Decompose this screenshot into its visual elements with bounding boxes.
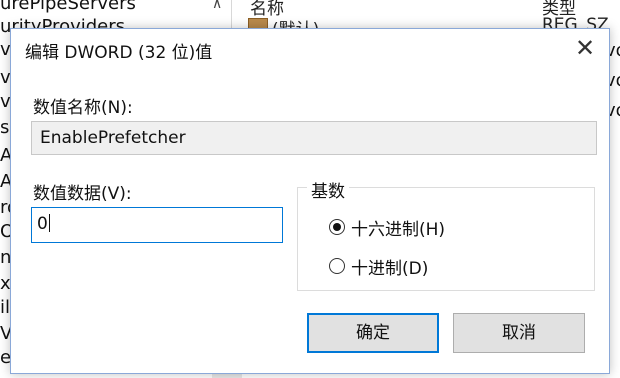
text-caret: [48, 214, 50, 232]
cancel-button[interactable]: 取消: [453, 313, 585, 353]
value-data-text: 0: [37, 214, 48, 234]
value-data-label: 数值数据(V):: [33, 184, 132, 204]
value-data-input[interactable]: 0: [31, 207, 283, 243]
scroll-up-arrow-icon[interactable]: ∧: [212, 0, 222, 12]
base-group-label: 基数: [307, 177, 349, 202]
radio-decimal-label[interactable]: 十进制(D): [351, 254, 428, 279]
dialog-title: 编辑 DWORD (32 位)值: [25, 43, 213, 63]
tree-item[interactable]: urePipeServers: [0, 0, 136, 14]
close-icon: ✕: [574, 34, 596, 62]
edit-dword-dialog: 编辑 DWORD (32 位)值 ✕ 数值名称(N): EnablePrefet…: [10, 28, 610, 374]
value-name-label: 数值名称(N):: [33, 98, 133, 118]
radio-hexadecimal[interactable]: 十六进制(H): [329, 215, 445, 240]
radio-unchecked-icon[interactable]: [329, 258, 345, 274]
value-name-field: EnablePrefetcher: [31, 121, 597, 155]
radio-hexadecimal-label[interactable]: 十六进制(H): [351, 215, 445, 240]
radio-checked-icon[interactable]: [329, 219, 345, 235]
close-button[interactable]: ✕: [567, 33, 603, 63]
radio-decimal[interactable]: 十进制(D): [329, 254, 428, 279]
ok-button[interactable]: 确定: [307, 313, 439, 353]
